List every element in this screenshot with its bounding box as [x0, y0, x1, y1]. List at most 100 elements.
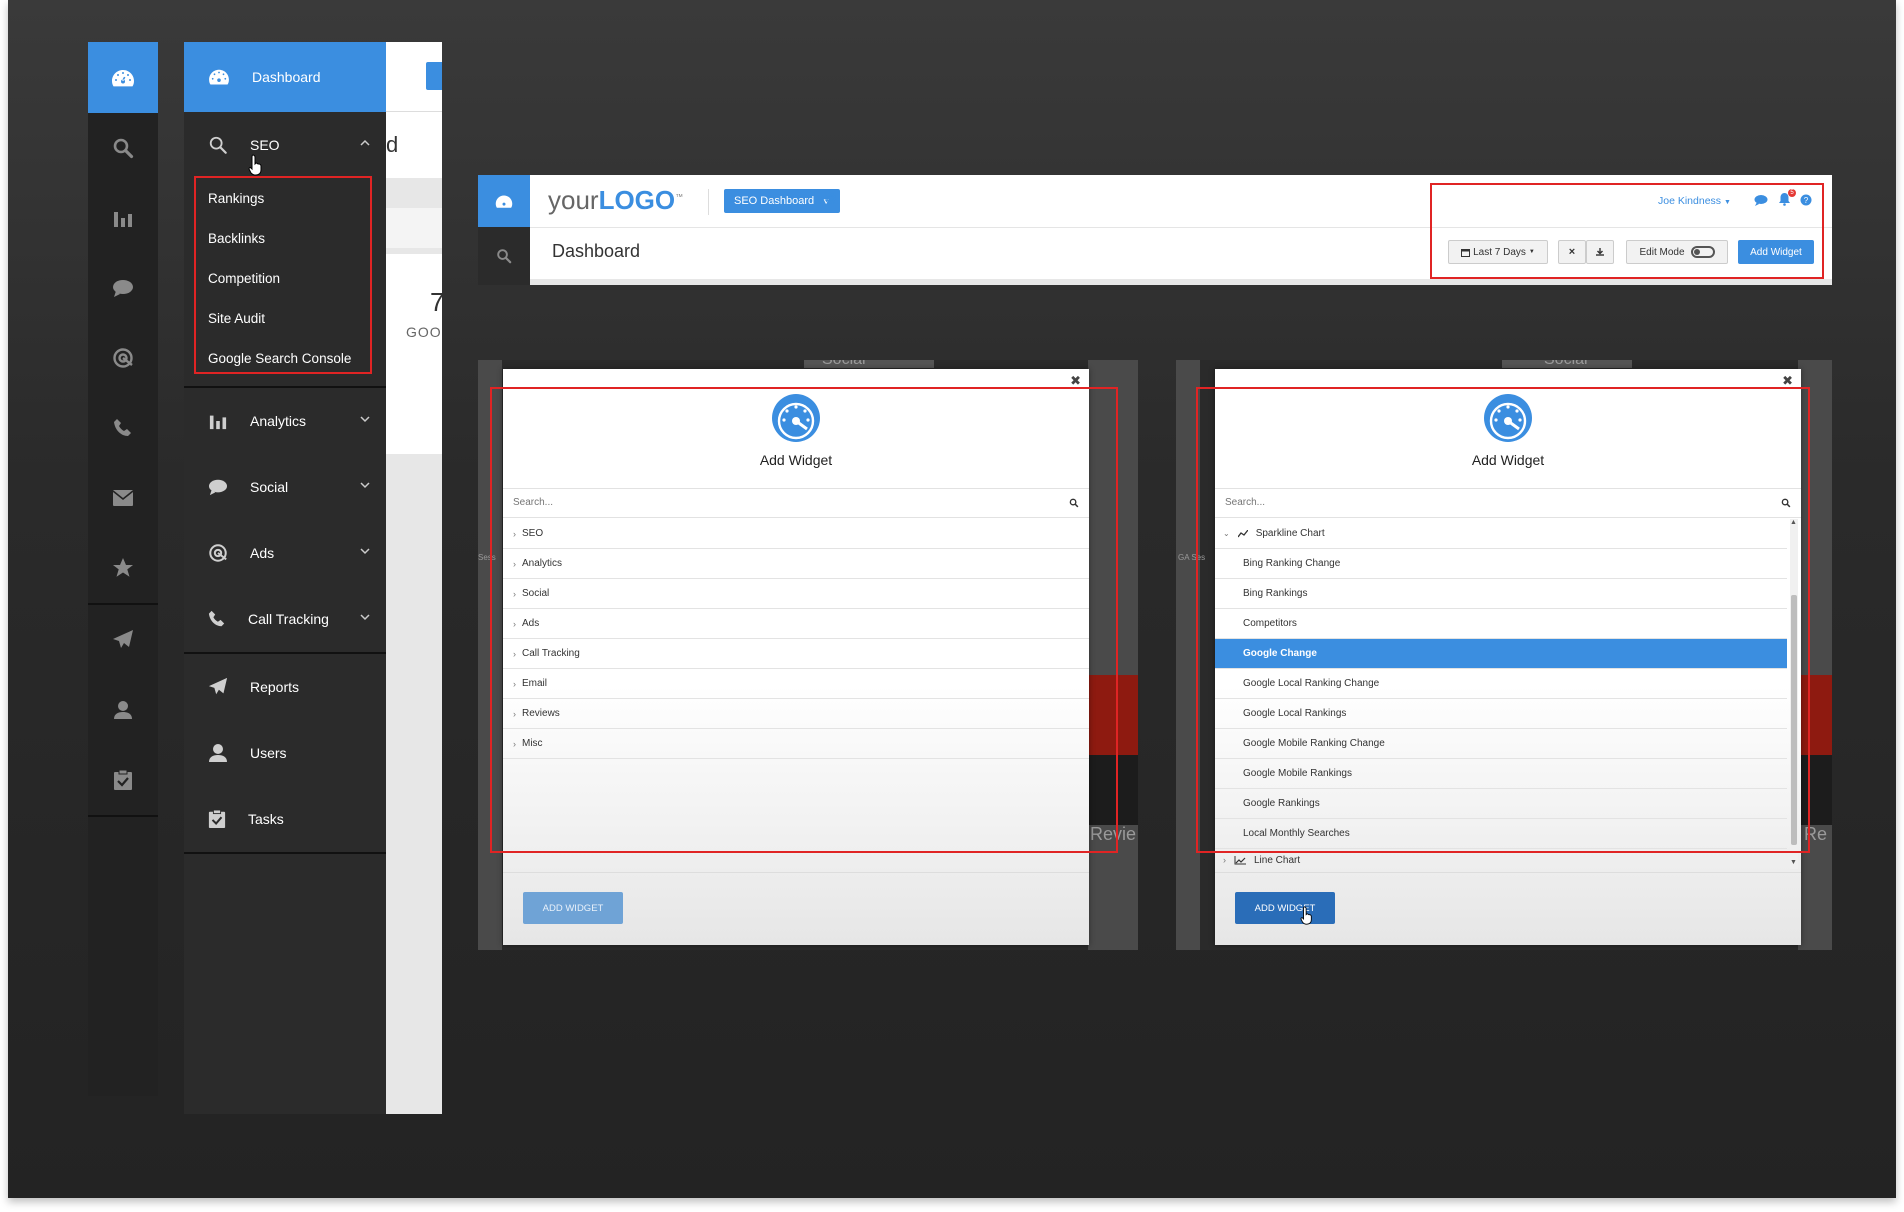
- sidebar-item-reports[interactable]: Reports: [184, 654, 386, 720]
- widget-item[interactable]: Competitors: [1215, 609, 1787, 639]
- widget-item[interactable]: Google Local Ranking Change: [1215, 669, 1787, 699]
- category-label: Ads: [522, 618, 540, 629]
- category-reviews[interactable]: › Reviews: [503, 699, 1089, 729]
- hand-cursor-icon: [1300, 906, 1312, 925]
- widget-item[interactable]: Google Local Rankings: [1215, 699, 1787, 729]
- rail-analytics[interactable]: [88, 183, 158, 253]
- submenu-item-competition[interactable]: Competition: [184, 258, 386, 298]
- sidebar-item-users[interactable]: Users: [184, 720, 386, 786]
- scroll-down-arrow[interactable]: ▼: [1790, 859, 1797, 866]
- dashboard-select-button[interactable]: SEO Dashboard ▼: [724, 189, 841, 213]
- seo-submenu: Rankings Backlinks Competition Site Audi…: [184, 176, 386, 378]
- close-icon[interactable]: ✖: [1782, 373, 1793, 389]
- scroll-up-arrow[interactable]: ▲: [1790, 519, 1797, 526]
- widget-item[interactable]: Local Monthly Searches: [1215, 819, 1787, 849]
- chevron-down-icon: [360, 548, 370, 555]
- add-widget-submit-button[interactable]: ADD WIDGET: [523, 892, 623, 924]
- notification-badge: 5: [1788, 189, 1796, 197]
- modal-title: Add Widget: [1471, 452, 1545, 468]
- sidebar-item-label: Users: [250, 745, 287, 761]
- rail-users[interactable]: [88, 675, 158, 745]
- chat-icon[interactable]: [1754, 194, 1768, 206]
- paper-plane-icon: [208, 677, 228, 695]
- widget-item[interactable]: Google Mobile Ranking Change: [1215, 729, 1787, 759]
- widget-item-selected[interactable]: Google Change: [1215, 639, 1787, 669]
- scroll-thumb[interactable]: [1791, 595, 1797, 845]
- clear-button[interactable]: ×: [1558, 240, 1586, 264]
- rail-dashboard[interactable]: [88, 42, 158, 113]
- gear-icon[interactable]: [824, 192, 837, 205]
- modal-footer-divider: [1215, 872, 1801, 873]
- category-ads[interactable]: › Ads: [503, 609, 1089, 639]
- logo-main: LOGO: [598, 185, 676, 215]
- rail-reports[interactable]: [88, 605, 158, 675]
- rail-email[interactable]: [88, 463, 158, 533]
- list-scrollbar[interactable]: ▲ ▼: [1790, 519, 1798, 869]
- background-page-fragment: d 7 GOO: [386, 42, 442, 1114]
- sidebar-item-label: Call Tracking: [248, 611, 329, 627]
- fragment-card: [386, 254, 442, 454]
- sidebar-item-seo[interactable]: SEO: [184, 112, 386, 178]
- sidebar-item-analytics[interactable]: Analytics: [184, 388, 386, 454]
- widget-item[interactable]: Bing Ranking Change: [1215, 549, 1787, 579]
- sidebar-item-social[interactable]: Social: [184, 454, 386, 520]
- submenu-item-google-search-console[interactable]: Google Search Console: [184, 338, 386, 378]
- download-button[interactable]: [1586, 240, 1614, 264]
- date-range-button[interactable]: Last 7 Days ▼: [1448, 240, 1548, 264]
- edit-mode-toggle[interactable]: Edit Mode: [1626, 240, 1728, 264]
- category-analytics[interactable]: › Analytics: [503, 549, 1089, 579]
- user-menu[interactable]: Joe Kindness ▼: [1658, 195, 1731, 207]
- category-email[interactable]: › Email: [503, 669, 1089, 699]
- category-seo[interactable]: › SEO: [503, 519, 1089, 549]
- widget-search-input[interactable]: [1225, 497, 1745, 508]
- category-label: Call Tracking: [522, 648, 580, 659]
- add-widget-button[interactable]: Add Widget: [1738, 240, 1814, 264]
- edit-mode-label: Edit Mode: [1639, 246, 1685, 258]
- sidebar-item-label: Reports: [250, 679, 300, 695]
- dashboard-header-panel: yourLOGO™ SEO Dashboard ▼ Dashboard Joe K…: [478, 175, 1832, 285]
- search-icon: [209, 136, 227, 154]
- header-rail-search[interactable]: [478, 227, 530, 285]
- search-icon: [1069, 498, 1079, 508]
- category-label: SEO: [522, 528, 544, 539]
- backdrop-text-social: Social: [1544, 360, 1588, 369]
- modal-footer-divider: [503, 872, 1089, 873]
- add-widget-submit-button[interactable]: ADD WIDGET: [1235, 892, 1335, 924]
- add-widget-modal: ✖ Add Widget ⌄ Sparkline Chart Bing Ranki…: [1215, 369, 1801, 945]
- submenu-item-site-audit[interactable]: Site Audit: [184, 298, 386, 338]
- fragment-label: GOO: [406, 324, 442, 340]
- header-rail-dashboard[interactable]: [478, 175, 530, 227]
- widget-search-input[interactable]: [513, 497, 1033, 508]
- close-icon[interactable]: ✖: [1070, 373, 1081, 389]
- category-social[interactable]: › Social: [503, 579, 1089, 609]
- category-label: Analytics: [522, 558, 563, 569]
- chevron-right-icon: ›: [513, 708, 516, 719]
- logo-trademark: ™: [675, 192, 684, 202]
- submenu-item-rankings[interactable]: Rankings: [184, 178, 386, 218]
- caret-down-icon: ▼: [1723, 199, 1731, 206]
- sidebar-item-label: Analytics: [250, 413, 307, 429]
- rail-seo[interactable]: [88, 113, 158, 183]
- group-sparkline-chart[interactable]: ⌄ Sparkline Chart: [1215, 519, 1787, 549]
- rail-reviews[interactable]: [88, 533, 158, 603]
- submenu-item-backlinks[interactable]: Backlinks: [184, 218, 386, 258]
- rail-call-tracking[interactable]: [88, 393, 158, 463]
- category-misc[interactable]: › Misc: [503, 729, 1089, 759]
- widget-item[interactable]: Google Rankings: [1215, 789, 1787, 819]
- rail-tasks[interactable]: [88, 745, 158, 815]
- dashboard-gauge-icon: [495, 195, 513, 208]
- rail-social[interactable]: [88, 253, 158, 323]
- sidebar-item-call-tracking[interactable]: Call Tracking: [184, 586, 386, 652]
- rail-ads[interactable]: [88, 323, 158, 393]
- dashboard-gauge-icon: [209, 69, 229, 85]
- help-icon[interactable]: ?: [1800, 194, 1812, 206]
- widget-item[interactable]: Bing Rankings: [1215, 579, 1787, 609]
- sidebar-item-dashboard[interactable]: Dashboard: [184, 42, 386, 112]
- sidebar-item-ads[interactable]: Ads: [184, 520, 386, 586]
- line-chart-icon: [1234, 855, 1246, 864]
- sidebar-item-tasks[interactable]: Tasks: [184, 786, 386, 852]
- category-list: › SEO › Analytics › Social › Ads › Call Track…: [503, 519, 1089, 759]
- category-call-tracking[interactable]: › Call Tracking: [503, 639, 1089, 669]
- group-line-chart[interactable]: › Line Chart: [1215, 849, 1787, 871]
- widget-item[interactable]: Google Mobile Rankings: [1215, 759, 1787, 789]
